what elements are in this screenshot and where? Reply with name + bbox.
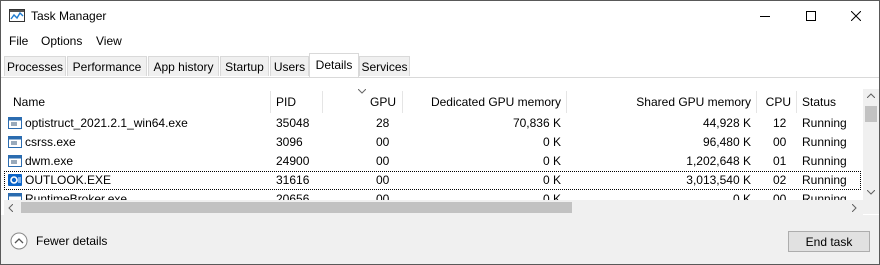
column-header-status[interactable]: Status [802,91,857,113]
title-bar[interactable]: Task Manager [1,1,879,31]
tab-services[interactable]: Services [359,56,410,76]
process-gpu: 28 [376,116,390,130]
horizontal-scroll-thumb[interactable] [21,202,572,213]
scroll-down-icon[interactable] [867,190,875,195]
process-dedicated-gpu-memory: 0 K [542,135,561,149]
process-status: Running [802,116,847,130]
column-header-gpu[interactable]: GPU [324,91,396,113]
process-dedicated-gpu-memory: 70,836 K [512,116,561,130]
process-gpu: 00 [376,135,390,149]
end-task-button[interactable]: End task [788,231,870,252]
window-title: Task Manager [31,9,107,23]
table-row[interactable]: OUTLOOK.EXE 31616 00 0 K 3,013,540 K 02 … [4,171,861,190]
column-divider[interactable] [566,91,567,113]
column-divider[interactable] [270,91,271,113]
vertical-scrollbar[interactable] [863,89,879,214]
table-row[interactable]: csrss.exe 3096 00 0 K 96,480 K 00 Runnin… [4,133,861,152]
table-row[interactable]: dwm.exe 24900 00 0 K 1,202,648 K 01 Runn… [4,152,861,171]
process-shared-gpu-memory: 1,202,648 K [686,154,751,168]
menu-options[interactable]: Options [41,34,82,48]
process-shared-gpu-memory: 96,480 K [702,135,751,149]
process-status: Running [802,173,847,187]
column-header-cpu[interactable]: CPU [758,91,791,113]
maximize-button[interactable] [788,1,834,31]
process-name: dwm.exe [25,154,74,168]
task-manager-window: Task Manager File Options View Processes… [0,0,880,265]
table-row[interactable]: optistruct_2021.2.1_win64.exe 35048 28 7… [4,114,861,133]
process-shared-gpu-memory: 44,928 K [702,116,751,130]
footer-bar: Fewer details End task [1,215,879,264]
column-divider[interactable] [796,91,797,113]
column-divider[interactable] [402,91,403,113]
tab-details[interactable]: Details [309,53,359,77]
window-icon [8,117,22,129]
process-dedicated-gpu-memory: 0 K [542,173,561,187]
process-pid: 24900 [276,154,310,168]
process-shared-gpu-memory: 3,013,540 K [686,173,751,187]
process-name: optistruct_2021.2.1_win64.exe [25,116,188,130]
column-header-pid[interactable]: PID [276,91,316,113]
process-name: csrss.exe [25,135,76,149]
menu-file[interactable]: File [9,34,28,48]
scroll-up-icon[interactable] [867,93,875,98]
process-cpu: 00 [773,135,787,149]
column-header-shared-gpu-memory[interactable]: Shared GPU memory [568,91,751,113]
sort-descending-icon [358,89,366,94]
minimize-icon [760,16,770,17]
tab-app-history[interactable]: App history [148,56,219,76]
details-grid: Name PID GPU Dedicated GPU memory Shared… [4,89,861,201]
process-gpu: 00 [376,173,390,187]
column-header-dedicated-gpu-memory[interactable]: Dedicated GPU memory [404,91,561,113]
window-icon [8,155,22,167]
column-header-name[interactable]: Name [13,91,263,113]
process-pid: 31616 [276,173,310,187]
column-divider[interactable] [756,91,757,113]
process-pid: 3096 [276,135,303,149]
tab-processes[interactable]: Processes [4,56,66,76]
tab-strip: Processes Performance App history Startu… [1,51,879,78]
task-manager-icon [9,9,25,22]
process-gpu: 00 [376,154,390,168]
menu-view[interactable]: View [96,34,122,48]
process-cpu: 02 [773,173,787,187]
process-status: Running [802,135,847,149]
horizontal-scrollbar[interactable] [4,200,863,215]
scroll-left-icon[interactable] [8,204,13,212]
fewer-details-link[interactable]: Fewer details [10,232,130,250]
window-icon [8,136,22,148]
menu-bar: File Options View [1,31,879,51]
minimize-button[interactable] [742,1,788,31]
scroll-right-icon[interactable] [852,204,857,212]
outlook-icon [8,174,22,186]
chevron-up-circle-icon [10,232,28,250]
tab-startup[interactable]: Startup [220,56,269,76]
process-name: OUTLOOK.EXE [25,173,112,187]
column-divider[interactable] [322,91,323,113]
close-button[interactable] [833,1,879,31]
tab-users[interactable]: Users [270,56,309,76]
process-cpu: 12 [773,116,787,130]
vertical-scroll-thumb[interactable] [865,106,877,122]
process-status: Running [802,154,847,168]
process-pid: 35048 [276,116,310,130]
fewer-details-label: Fewer details [36,234,108,248]
maximize-icon [806,11,816,21]
process-dedicated-gpu-memory: 0 K [542,154,561,168]
close-icon [851,11,861,21]
process-cpu: 01 [773,154,787,168]
tab-performance[interactable]: Performance [67,56,147,76]
